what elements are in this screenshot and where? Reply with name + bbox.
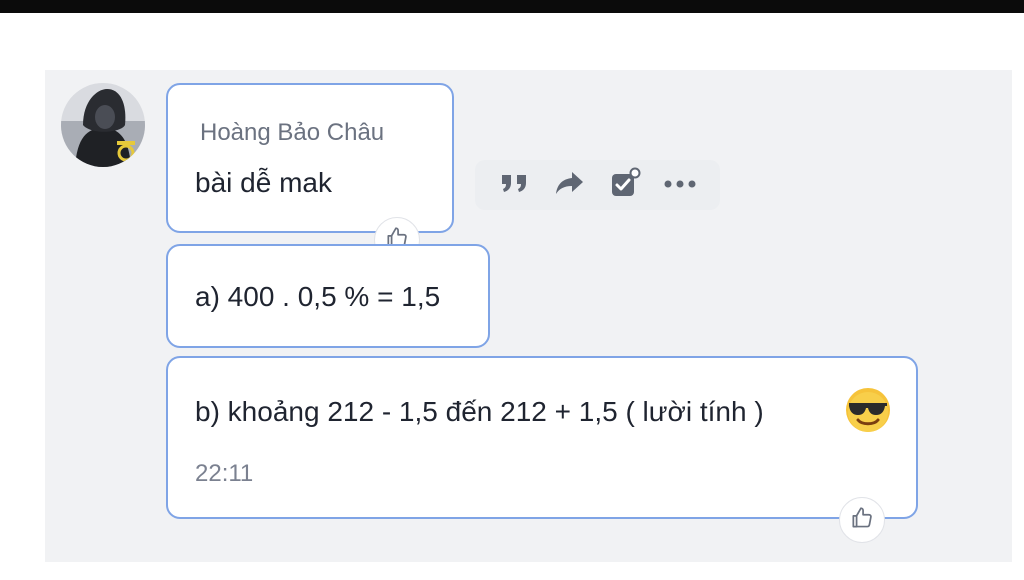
forward-button[interactable] bbox=[550, 165, 590, 205]
forward-icon bbox=[555, 170, 585, 201]
message-actions bbox=[475, 160, 720, 210]
avatar[interactable] bbox=[61, 83, 145, 167]
thumbs-up-icon bbox=[849, 505, 875, 536]
message-bubble[interactable]: a) 400 . 0,5 % = 1,5 bbox=[166, 244, 490, 348]
like-button[interactable] bbox=[839, 497, 885, 543]
sunglasses-emoji-icon bbox=[844, 386, 892, 434]
task-button[interactable] bbox=[605, 165, 645, 205]
message-bubble[interactable]: Hoàng Bảo Châu bài dễ mak bbox=[166, 83, 454, 233]
timestamp: 22:11 bbox=[195, 460, 254, 487]
quote-icon bbox=[500, 171, 530, 200]
more-icon bbox=[663, 176, 697, 194]
message-text: b) khoảng 212 - 1,5 đến 212 + 1,5 ( lười… bbox=[195, 396, 764, 427]
top-bar bbox=[0, 0, 1024, 13]
message-text: bài dễ mak bbox=[195, 167, 332, 198]
more-button[interactable] bbox=[660, 165, 700, 205]
sender-name[interactable]: Hoàng Bảo Châu bbox=[200, 119, 384, 147]
quote-button[interactable] bbox=[495, 165, 535, 205]
message-bubble[interactable]: b) khoảng 212 - 1,5 đến 212 + 1,5 ( lười… bbox=[166, 356, 918, 519]
task-icon bbox=[609, 167, 641, 204]
message-text: a) 400 . 0,5 % = 1,5 bbox=[195, 281, 441, 312]
